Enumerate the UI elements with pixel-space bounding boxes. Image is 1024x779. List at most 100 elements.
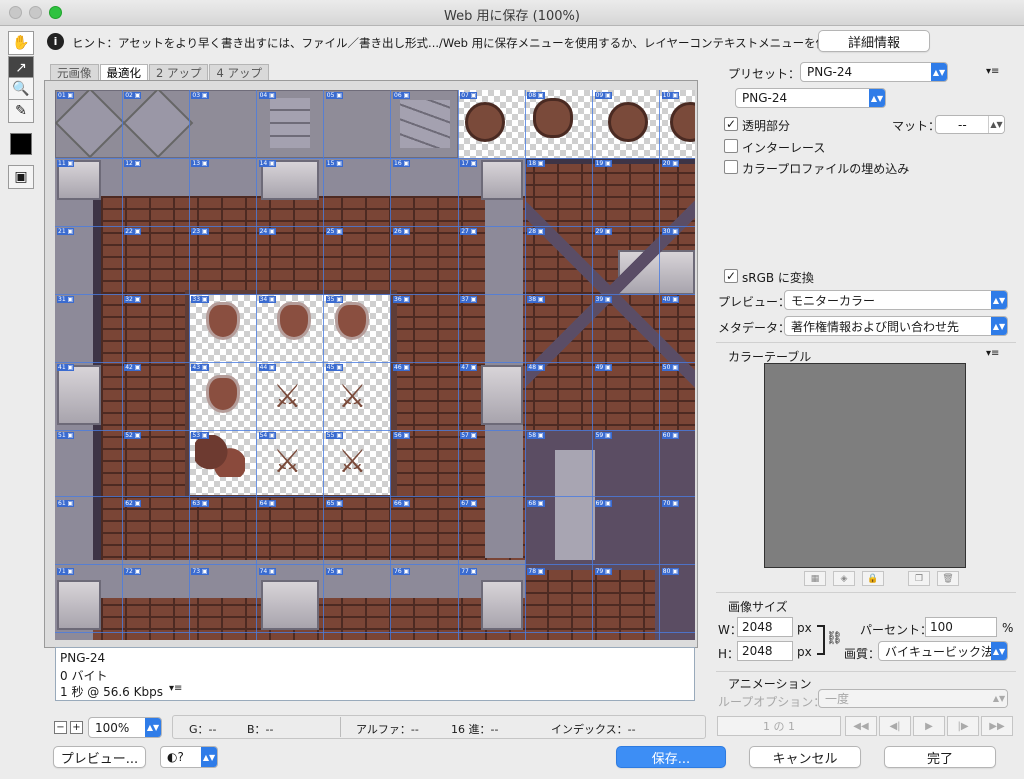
hand-tool[interactable]: ✋ (8, 31, 34, 55)
done-button[interactable]: 完了 (884, 746, 996, 768)
loop-select[interactable]: 一度 ▲▼ (818, 689, 1008, 708)
lock-icon: 🔒 (867, 573, 879, 584)
slice-label: 63 ▣ (191, 500, 209, 507)
plus-icon: + (72, 722, 81, 733)
chevron-updown-icon: ▲▼ (869, 89, 885, 107)
image-preview[interactable]: ⚔ ⚔ ⚔ ⚔ 01 ▣ 02 ▣ 03 ▣ 04 ▣ 05 ▣ 06 ▣ 07 ▣ 08 ▣… (55, 90, 695, 640)
slice-label: 67 ▣ (460, 500, 478, 507)
delete-color-button[interactable]: 🗑 (937, 571, 959, 586)
slice-label: 54 ▣ (258, 432, 276, 439)
first-frame-button[interactable]: ◀◀ (845, 716, 877, 736)
slice-label: 38 ▣ (527, 296, 545, 303)
srgb-checkbox[interactable]: ✓ (724, 269, 738, 283)
tab-optimized[interactable]: 最適化 (99, 64, 148, 81)
tab-original[interactable]: 元画像 (50, 64, 99, 81)
slices-visibility-icon: ▣ (14, 169, 28, 185)
transparency-checkbox[interactable]: ✓ (724, 117, 738, 131)
interlace-checkbox[interactable] (724, 139, 738, 153)
window-title: Web 用に保存 (100%) (444, 9, 580, 24)
details-button[interactable]: 詳細情報 (818, 30, 930, 52)
percent-label: パーセント： (860, 623, 933, 637)
speed-menu-icon[interactable]: ▾≡ (169, 683, 182, 694)
hint-text: ヒント：アセットをより早く書き出すには、ファイル／書き出し形式.../Web 用… (72, 36, 851, 50)
zoom-value: 100% (95, 720, 130, 735)
eyedropper-tool[interactable]: ✎ (8, 99, 34, 123)
slice-label: 25 ▣ (325, 228, 344, 235)
quality-select[interactable]: バイキュービック法 ▲▼ (878, 641, 1008, 661)
color-table-menu-icon[interactable]: ▾≡ (986, 348, 999, 359)
chevron-updown-icon: ▲▼ (201, 747, 217, 767)
tab-4up[interactable]: 4 アップ (209, 64, 269, 81)
preview-label: プレビュー： (718, 295, 791, 309)
prev-frame-button[interactable]: ◀| (879, 716, 911, 736)
height-label: H： (718, 647, 740, 661)
link-bracket (817, 625, 825, 655)
width-input[interactable]: 2048 (737, 617, 793, 637)
format-value: PNG-24 (742, 91, 788, 105)
height-input[interactable]: 2048 (737, 641, 793, 661)
hand-icon: ✋ (12, 35, 30, 51)
play-button[interactable]: ▶ (913, 716, 945, 736)
slice-label: 10 ▣ (661, 92, 680, 99)
slice-label: 12 ▣ (124, 160, 142, 167)
slice-label: 50 ▣ (661, 364, 680, 371)
zoom-out-button[interactable]: − (54, 721, 67, 734)
slice-label: 56 ▣ (393, 432, 411, 439)
format-select[interactable]: PNG-24 ▲▼ (735, 88, 886, 108)
percent-input[interactable]: 100 (925, 617, 997, 637)
last-frame-button[interactable]: ▶▶ (981, 716, 1013, 736)
eyedropper-color-swatch[interactable] (10, 133, 32, 155)
preview-button[interactable]: プレビュー... (53, 746, 146, 768)
slice-label: 65 ▣ (325, 500, 344, 507)
color-table[interactable] (764, 363, 966, 568)
slice-label: 27 ▣ (460, 228, 478, 235)
slice-label: 15 ▣ (325, 160, 344, 167)
browser-select[interactable]: ◐? ▲▼ (160, 746, 218, 768)
cancel-button[interactable]: キャンセル (749, 746, 861, 768)
preset-select[interactable]: PNG-24 ▲▼ (800, 62, 948, 82)
zoom-in-button[interactable]: + (70, 721, 83, 734)
slice-label: 23 ▣ (191, 228, 209, 235)
slice-label: 08 ▣ (527, 92, 545, 99)
slice-label: 17 ▣ (460, 160, 478, 167)
slice-label: 21 ▣ (57, 228, 75, 235)
lock-color-button[interactable]: 🔒 (862, 571, 884, 586)
zoom-select[interactable]: 100% ▲▼ (88, 717, 162, 738)
output-format: PNG-24 (60, 651, 106, 665)
slice-label: 26 ▣ (393, 228, 411, 235)
chevron-updown-icon: ▲▼ (988, 116, 1004, 133)
toggle-slices-tool[interactable]: ▣ (8, 165, 34, 189)
zoom-tool[interactable]: 🔍 (8, 77, 34, 101)
web-shift-button[interactable]: ◈ (833, 571, 855, 586)
tab-2up[interactable]: 2 アップ (149, 64, 209, 81)
browser-icon: ◐? (167, 750, 184, 764)
matte-select[interactable]: -- ▲▼ (935, 115, 1005, 134)
animation-label: アニメーション (728, 677, 812, 691)
divider (716, 342, 1016, 343)
new-color-button[interactable]: ❐ (908, 571, 930, 586)
save-button[interactable]: 保存... (616, 746, 726, 768)
embed-profile-label: カラープロファイルの埋め込み (742, 162, 910, 176)
metadata-label: メタデータ： (718, 321, 791, 335)
magnifier-icon: 🔍 (12, 81, 30, 97)
slice-label: 04 ▣ (258, 92, 276, 99)
slice-label: 47 ▣ (460, 364, 478, 371)
slice-label: 18 ▣ (527, 160, 545, 167)
next-frame-button[interactable]: |▶ (947, 716, 979, 736)
embed-profile-checkbox[interactable] (724, 160, 738, 174)
chain-link-icon[interactable]: ⛓ (826, 631, 843, 646)
slice-label: 72 ▣ (124, 568, 142, 575)
slice-label: 34 ▣ (258, 296, 276, 303)
matte-value: -- (958, 117, 967, 132)
chevron-updown-icon: ▲▼ (145, 718, 161, 737)
preview-select[interactable]: モニターカラー ▲▼ (784, 290, 1008, 310)
divider (716, 592, 1016, 593)
slice-label: 39 ▣ (594, 296, 612, 303)
slice-label: 57 ▣ (460, 432, 478, 439)
map-to-transparent-button[interactable]: ▦ (804, 571, 826, 586)
slice-label: 76 ▣ (393, 568, 411, 575)
slice-label: 74 ▣ (258, 568, 276, 575)
metadata-select[interactable]: 著作権情報および問い合わせ先 ▲▼ (784, 316, 1008, 336)
preset-menu-icon[interactable]: ▾≡ (986, 66, 999, 77)
transparent-icon: ▦ (810, 573, 820, 584)
